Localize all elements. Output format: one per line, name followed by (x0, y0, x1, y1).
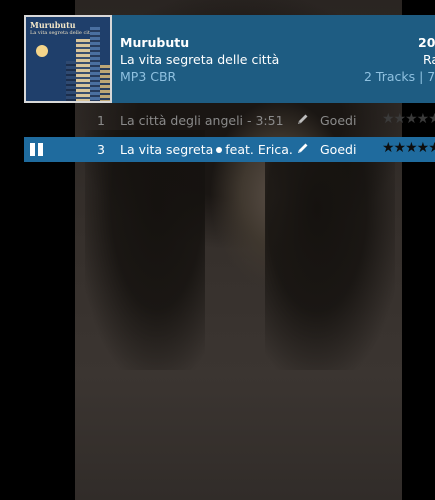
track-number: 1 (97, 113, 105, 128)
pause-icon[interactable] (30, 143, 44, 156)
track-title-feat: feat. Erica... (225, 142, 292, 157)
rating-stars[interactable]: ★★★★★ (382, 111, 435, 127)
rating-stars[interactable]: ★★★★★ (382, 140, 435, 156)
track-number: 3 (97, 142, 105, 157)
cover-moon (36, 45, 48, 57)
artist-name[interactable]: Murubutu (120, 35, 189, 50)
photo-shading (85, 130, 205, 370)
album-rating-label: Ra (423, 52, 435, 67)
track-summary: 2 Tracks | 7:0 (364, 69, 435, 84)
cover-album-text: La vita segreta delle città (30, 30, 95, 36)
audio-format: MP3 CBR (120, 69, 177, 84)
cover-building (76, 39, 90, 101)
track-title[interactable]: La città degli angeli - 3:51 (120, 113, 292, 128)
bullet-separator (216, 147, 223, 153)
track-title-main: La vita segreta (120, 142, 214, 157)
cover-building (90, 27, 100, 101)
album-year: 202 (418, 35, 435, 50)
track-title[interactable]: La vita segreta feat. Erica... (120, 142, 292, 157)
track-user: Goedi (320, 113, 357, 128)
album-cover[interactable]: Murubutu La vita segreta delle città (24, 15, 112, 103)
track-row[interactable]: 1 La città degli angeli - 3:51 Goedi ★★★… (24, 108, 435, 133)
photo-shading (265, 140, 395, 370)
pencil-icon[interactable] (296, 112, 310, 126)
track-row-playing[interactable]: 3 La vita segreta feat. Erica... Goedi ★★… (24, 137, 435, 162)
player-window: Murubutu La vita segreta delle città Mur… (0, 0, 435, 500)
track-user: Goedi (320, 142, 357, 157)
cover-building (100, 65, 110, 101)
cover-building (66, 61, 76, 101)
cover-artist-text: Murubutu (30, 20, 76, 30)
pencil-icon[interactable] (296, 141, 310, 155)
album-title[interactable]: La vita segreta delle città (120, 52, 279, 67)
